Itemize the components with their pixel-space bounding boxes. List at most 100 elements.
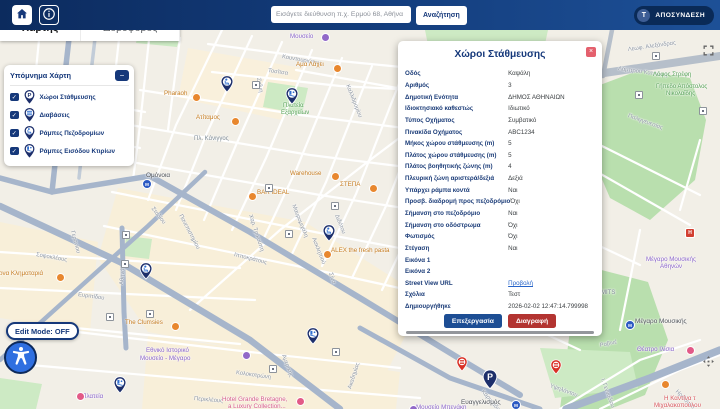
avatar: T [637,9,650,22]
map-label[interactable]: ALEX the fresh pasta [331,247,389,254]
map-label[interactable]: Θέατρο Ιλίσια [637,346,674,353]
detail-value: 5 [508,152,596,159]
map-label: Η Καντίνα τ [664,395,696,402]
map-pin-building-ramp[interactable] [306,327,320,345]
legend-checkbox[interactable]: ✓ [10,111,19,120]
detail-row: ΦωτισμόςΌχι [405,231,596,243]
detail-value: Όχι [508,222,596,229]
detail-row: Πλάτος χώρου στάθμευσης (m)5 [405,149,596,161]
museum-poi-icon[interactable] [409,405,418,409]
poi-icon[interactable] [369,184,378,193]
metro-station-icon[interactable]: M [625,320,635,330]
museum-poi-icon[interactable] [242,351,251,360]
map-label[interactable]: Μουσείο [290,33,313,40]
detail-value: Ιδιωτικό [508,105,596,112]
map-pin-building-ramp[interactable] [285,87,299,105]
search-button[interactable]: Αναζήτηση [416,6,467,25]
transit-stop-icon[interactable] [146,310,154,318]
poi-icon[interactable] [331,172,340,181]
map-pin-crossing-red[interactable] [550,359,562,375]
edit-button[interactable]: Επεξεργασία [444,314,502,328]
detail-label: Σχόλια [405,291,508,298]
transit-stop-icon[interactable] [332,348,340,356]
poi-icon[interactable] [248,192,257,201]
transit-stop-icon[interactable] [252,81,260,89]
transit-stop-icon[interactable] [269,365,277,373]
map-label[interactable]: Pharaoh [164,90,187,97]
poi-icon[interactable] [661,380,670,389]
info-button[interactable] [39,5,59,25]
pan-control-button[interactable] [701,355,716,370]
divider [10,85,129,86]
home-icon [15,7,29,24]
detail-label: Τύπος Οχήματος [405,117,508,124]
transit-stop-icon[interactable] [106,313,114,321]
map-label: Νικολαΐδης [666,91,695,97]
transit-stop-icon[interactable] [635,91,643,99]
legend-panel: Υπόμνημα Χάρτη − ✓PΧώροι Στάθμευσης✓Διαβ… [4,65,134,166]
transit-stop-icon[interactable] [285,230,293,238]
legend-checkbox[interactable]: ✓ [10,129,19,138]
map-label[interactable]: Πλατεία [82,393,103,400]
map-label[interactable]: ΣΤΕΠΑ [340,181,360,188]
logout-button[interactable]: T ΑΠΟΣΥΝΔΕΣΗ [634,6,714,25]
map-label[interactable]: Warehouse [290,170,321,177]
popup-scrollbar[interactable] [406,331,594,334]
map-label[interactable]: Αθηνών [660,263,682,270]
metro-station-icon[interactable]: M [511,400,521,409]
poi-icon[interactable] [171,322,180,331]
transit-stop-icon[interactable] [699,107,707,115]
poi-icon[interactable] [686,346,695,355]
detail-value: Ναι [508,210,596,217]
poi-icon[interactable] [333,64,342,73]
poi-icon[interactable] [192,93,201,102]
poi-icon[interactable] [323,250,332,259]
delete-button[interactable]: Διαγραφή [508,314,556,328]
search-input[interactable] [271,6,411,23]
museum-poi-icon[interactable] [321,33,330,42]
poi-icon[interactable] [76,392,85,401]
map-pin-sidewalk-ramp[interactable] [220,75,234,93]
transit-stop-icon[interactable] [331,202,339,210]
map-pin-parking[interactable]: P [482,369,498,390]
transit-glyph [334,205,336,207]
map-label[interactable]: Μουσείο - Μέγαρο [140,355,190,362]
legend-collapse-button[interactable]: − [115,70,129,81]
close-button[interactable]: × [586,47,596,57]
home-button[interactable] [12,5,32,25]
legend-item: ✓PΧώροι Στάθμευσης [10,88,129,106]
transit-stop-icon[interactable] [121,260,129,268]
poi-icon[interactable] [296,397,305,406]
transit-glyph [702,110,704,112]
detail-value: Δεξιά [508,175,596,182]
building-ramp-pin-icon [23,143,36,159]
metro-station-icon[interactable]: M [142,179,152,189]
logout-label: ΑΠΟΣΥΝΔΕΣΗ [655,12,705,19]
map-pin-sidewalk-ramp[interactable] [139,262,153,280]
detail-value: Όχι [510,198,596,205]
map-label[interactable]: The Clumsies [125,319,163,326]
map-pin-sidewalk-ramp[interactable] [322,224,336,242]
top-bar: Αναζήτηση T ΑΠΟΣΥΝΔΕΣΗ [0,0,720,30]
map-label[interactable]: Εθνικό Ιστορικό [146,347,189,354]
map-label[interactable]: Ταβέρνα Κληματαριά [0,270,43,277]
map-label[interactable]: Μέγαρο Μουσικής [646,256,696,263]
accessibility-button[interactable] [4,341,37,374]
transit-stop-icon[interactable] [265,184,273,192]
transit-stop-icon[interactable] [652,52,660,60]
legend-checkbox[interactable]: ✓ [10,93,19,102]
transit-stop-icon[interactable] [122,231,130,239]
map-label[interactable]: Ατίταμος [196,114,220,121]
map-pin-crossing-red[interactable] [456,356,468,372]
fullscreen-button[interactable] [701,44,716,59]
legend-checkbox[interactable]: ✓ [10,147,19,156]
map-pin-building-ramp[interactable] [113,376,127,394]
street-view-link[interactable]: Προβολή [508,280,596,287]
poi-icon[interactable] [56,273,65,282]
map-label[interactable]: Μουσείο Μπενάκη [416,404,466,409]
hospital-icon[interactable]: H [685,228,695,238]
map-label[interactable]: BAR IDEAL [257,189,289,196]
poi-icon[interactable] [231,117,240,126]
map-label[interactable]: Αμα Λάχει [296,61,324,68]
map-label: Γήπεδο Απόστολος [656,84,707,90]
